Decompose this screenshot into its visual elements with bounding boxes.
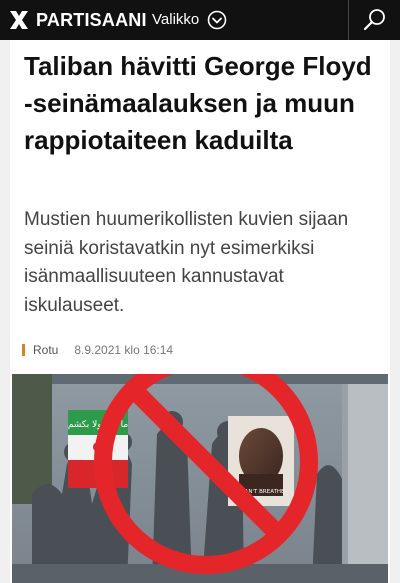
- wall-pillar: [342, 384, 388, 583]
- menu-label: Valikko: [152, 11, 200, 28]
- site-logo-text[interactable]: PARTISAANI: [36, 9, 147, 31]
- article-card: Taliban hävitti George Floyd -seinämaala…: [10, 40, 390, 583]
- article-lead: Mustien huumerikollisten kuvien sijaan s…: [24, 209, 349, 316]
- x-logo-icon[interactable]: [8, 9, 30, 31]
- search-button[interactable]: [349, 0, 400, 40]
- article-date: 8.9.2021 klo 16:14: [74, 343, 174, 357]
- menu-button[interactable]: Valikko: [152, 8, 227, 32]
- top-navigation-bar: PARTISAANI Valikko: [0, 0, 400, 40]
- article-headline[interactable]: Taliban hävitti George Floyd -seinämaala…: [24, 48, 384, 159]
- article-hero-image[interactable]: ما تیر لولا بکشم I CAN'T BREATHE: [12, 374, 388, 583]
- search-icon: [363, 9, 385, 31]
- article-category-link[interactable]: Rotu: [33, 343, 58, 357]
- page-gutter-right: [390, 40, 400, 583]
- category-marker: [22, 344, 25, 356]
- page-gutter-left: [0, 40, 10, 583]
- chevron-down-circle-icon: [207, 10, 227, 30]
- article-meta: Rotu 8.9.2021 klo 16:14: [22, 342, 173, 358]
